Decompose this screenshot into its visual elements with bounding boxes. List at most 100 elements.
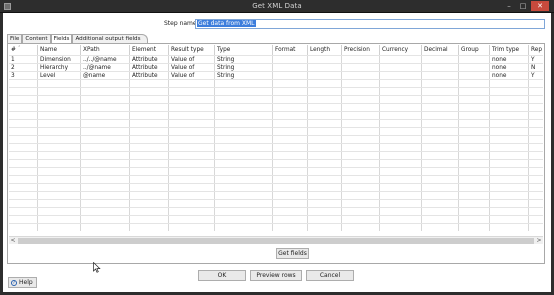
cell-name[interactable] [37,208,80,215]
cell-group[interactable] [458,72,489,79]
cell-trim-type[interactable] [489,152,528,159]
cell-length[interactable] [307,168,341,175]
cell-element[interactable] [129,128,168,135]
cell-repeat[interactable] [528,176,543,183]
table-row[interactable] [9,183,543,191]
cell-group[interactable] [458,80,489,87]
help-button[interactable]: ? Help [8,277,37,288]
cell-trim-type[interactable] [489,160,528,167]
cell-row-number[interactable]: 1 [9,56,37,63]
scroll-left-icon[interactable]: < [9,237,17,245]
cell-currency[interactable] [379,216,421,223]
cell-type[interactable] [214,200,272,207]
cell-group[interactable] [458,216,489,223]
col-header-name[interactable]: Name [37,45,80,55]
cell-element[interactable] [129,96,168,103]
cell-row-number[interactable] [9,96,37,103]
cell-currency[interactable] [379,80,421,87]
cell-precision[interactable] [341,112,379,119]
table-row[interactable] [9,167,543,175]
table-row[interactable] [9,103,543,111]
minimize-button[interactable]: – [503,1,515,11]
cell-element[interactable]: Attribute [129,72,168,79]
cell-trim-type[interactable] [489,104,528,111]
cell-type[interactable] [214,168,272,175]
cell-currency[interactable] [379,112,421,119]
cell-length[interactable] [307,64,341,71]
cell-element[interactable] [129,224,168,231]
cell-xpath[interactable] [80,128,129,135]
cell-element[interactable] [129,184,168,191]
cell-result-type[interactable] [168,208,214,215]
cell-repeat[interactable] [528,152,543,159]
table-row[interactable] [9,135,543,143]
cell-decimal[interactable] [421,96,458,103]
cell-trim-type[interactable] [489,176,528,183]
cell-length[interactable] [307,144,341,151]
cell-precision[interactable] [341,120,379,127]
cell-name[interactable]: Dimension [37,56,80,63]
cell-trim-type[interactable] [489,136,528,143]
cell-repeat[interactable] [528,216,543,223]
cell-length[interactable] [307,104,341,111]
cell-length[interactable] [307,112,341,119]
col-header-element[interactable]: Element [129,45,168,55]
cell-length[interactable] [307,216,341,223]
cell-decimal[interactable] [421,104,458,111]
cell-row-number[interactable] [9,224,37,231]
cell-trim-type[interactable] [489,224,528,231]
col-header-precision[interactable]: Precision [341,45,379,55]
cell-length[interactable] [307,72,341,79]
cell-repeat[interactable] [528,104,543,111]
cell-name[interactable]: Level [37,72,80,79]
cell-format[interactable] [272,224,307,231]
cell-result-type[interactable] [168,144,214,151]
cell-precision[interactable] [341,224,379,231]
cell-xpath[interactable] [80,104,129,111]
cell-repeat[interactable]: Y [528,56,543,63]
cell-xpath[interactable] [80,192,129,199]
cell-xpath[interactable] [80,80,129,87]
tab-content[interactable]: Content [22,34,51,43]
cell-decimal[interactable] [421,64,458,71]
cell-format[interactable] [272,200,307,207]
cell-name[interactable] [37,216,80,223]
cell-type[interactable] [214,128,272,135]
cell-trim-type[interactable] [489,144,528,151]
cell-xpath[interactable]: @name [80,72,129,79]
cell-type[interactable] [214,136,272,143]
cell-precision[interactable] [341,64,379,71]
cell-format[interactable] [272,88,307,95]
cell-repeat[interactable] [528,200,543,207]
cell-xpath[interactable] [80,144,129,151]
cell-element[interactable] [129,144,168,151]
table-row[interactable]: 1 Dimension ../../@name Attribute Value of St… [9,55,543,63]
cell-xpath[interactable]: ../@name [80,64,129,71]
cell-length[interactable] [307,120,341,127]
cell-xpath[interactable] [80,216,129,223]
cell-trim-type[interactable] [489,216,528,223]
cell-element[interactable] [129,168,168,175]
cell-trim-type[interactable]: none [489,56,528,63]
cell-result-type[interactable] [168,168,214,175]
cell-row-number[interactable] [9,200,37,207]
cell-row-number[interactable]: 2 [9,64,37,71]
cell-currency[interactable] [379,104,421,111]
cell-precision[interactable] [341,104,379,111]
cell-row-number[interactable] [9,136,37,143]
cell-group[interactable] [458,120,489,127]
table-row[interactable] [9,223,543,231]
cell-group[interactable] [458,160,489,167]
get-fields-button[interactable]: Get fields [276,248,309,259]
cell-name[interactable] [37,168,80,175]
cell-format[interactable] [272,160,307,167]
cell-currency[interactable] [379,160,421,167]
cell-currency[interactable] [379,56,421,63]
col-header-decimal[interactable]: Decimal [421,45,458,55]
table-row[interactable] [9,151,543,159]
cell-precision[interactable] [341,136,379,143]
cell-format[interactable] [272,136,307,143]
col-header-result-type[interactable]: Result type [168,45,214,55]
cell-decimal[interactable] [421,176,458,183]
cell-format[interactable] [272,208,307,215]
